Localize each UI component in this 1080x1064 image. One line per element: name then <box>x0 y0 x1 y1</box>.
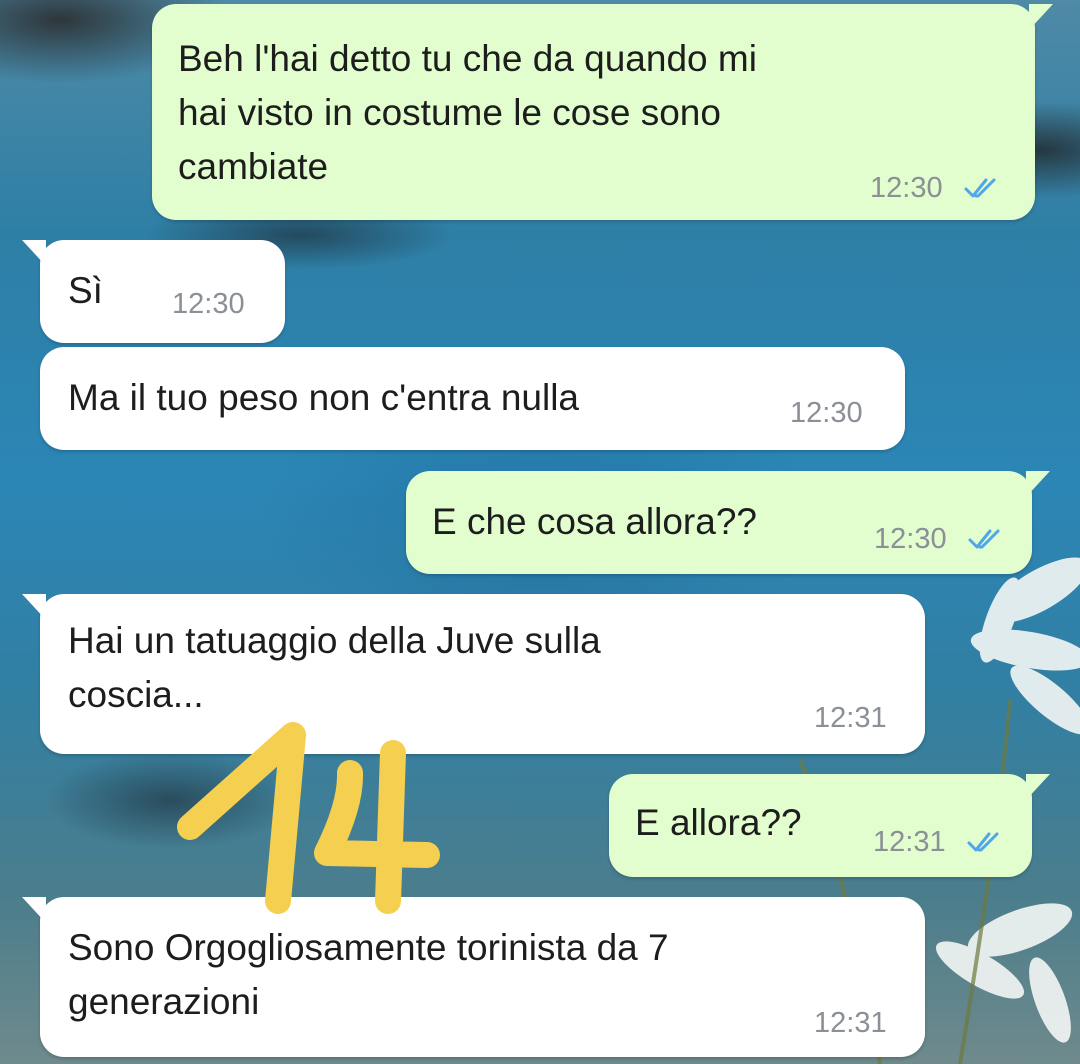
message-text: Beh l'hai detto tu che da quando mi hai … <box>178 38 757 187</box>
message-timestamp: 12:30 <box>870 172 943 204</box>
bubble-tail <box>1026 774 1050 800</box>
outgoing-message-bubble[interactable]: E allora?? 12:31 <box>609 774 1050 877</box>
double-check-read-icon <box>966 526 1006 552</box>
outgoing-message-bubble[interactable]: E che cosa allora?? 12:30 <box>406 471 1050 574</box>
message-timestamp: 12:30 <box>172 288 245 320</box>
bubble-tail <box>22 594 46 620</box>
message-text: Ma il tuo peso non c'entra nulla <box>68 377 579 418</box>
bubble-tail <box>22 240 46 266</box>
message-timestamp: 12:30 <box>874 523 947 555</box>
incoming-message-bubble[interactable]: Sì 12:30 <box>22 240 285 343</box>
bubble-tail <box>22 897 46 923</box>
message-timestamp: 12:31 <box>814 1007 887 1039</box>
double-check-read-icon <box>965 829 1005 855</box>
message-text: E che cosa allora?? <box>432 501 757 542</box>
incoming-message-bubble[interactable]: Ma il tuo peso non c'entra nulla 12:30 <box>40 347 905 450</box>
message-text: Sono Orgogliosamente torinista da 7 gene… <box>68 927 669 1022</box>
outgoing-message-bubble[interactable]: Beh l'hai detto tu che da quando mi hai … <box>152 4 1053 220</box>
message-timestamp: 12:31 <box>814 702 887 734</box>
double-check-read-icon <box>962 175 1002 201</box>
incoming-message-bubble[interactable]: Sono Orgogliosamente torinista da 7 gene… <box>22 897 925 1057</box>
message-timestamp: 12:31 <box>873 826 946 858</box>
message-text: Sì <box>68 270 103 311</box>
incoming-message-bubble[interactable]: Hai un tatuaggio della Juve sulla coscia… <box>22 594 925 754</box>
message-text: Hai un tatuaggio della Juve sulla coscia… <box>68 620 601 715</box>
bubble-tail <box>1026 471 1050 497</box>
message-timestamp: 12:30 <box>790 397 863 429</box>
bubble-tail <box>1029 4 1053 30</box>
message-text: E allora?? <box>635 802 802 843</box>
